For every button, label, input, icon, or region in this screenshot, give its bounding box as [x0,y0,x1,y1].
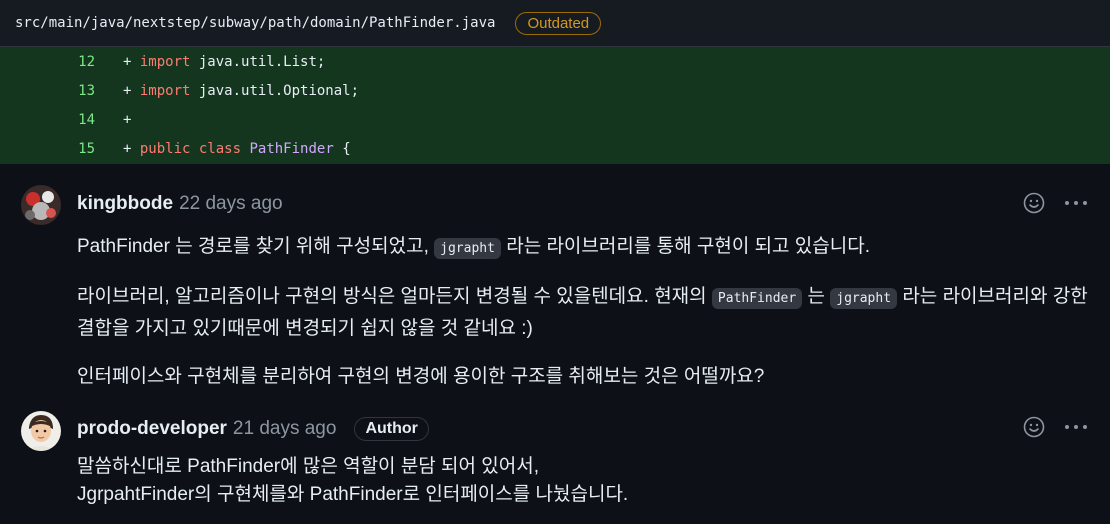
file-header: src/main/java/nextstep/subway/path/domai… [0,0,1110,47]
line-number[interactable]: 13 [0,83,123,99]
class-name: PathFinder [249,140,334,157]
diff-prefix: + [123,111,132,128]
text: 는 [802,286,831,307]
diff-prefix: + [123,82,140,99]
timestamp[interactable]: 21 days ago [233,418,337,440]
keyword: class [198,140,242,157]
comment-paragraph: 인터페이스와 구현체를 분리하여 구현의 변경에 용이한 구조를 취해보는 것은… [77,366,765,387]
outdated-badge: Outdated [515,11,602,35]
avatar[interactable] [21,185,61,225]
inline-code: jgrapht [830,288,898,309]
comment-meta: kingbbode 22 days ago [77,193,283,215]
diff-prefix: + [123,140,140,157]
diff-prefix: + [123,53,140,70]
comment-paragraph: 라이브러리, 알고리즘이나 구현의 방식은 얼마든지 변경될 수 있을텐데요. … [77,282,1088,344]
author-name[interactable]: kingbbode [77,193,173,215]
timestamp[interactable]: 22 days ago [179,193,283,215]
keyword: public [139,140,191,157]
comment-line: JgrpahtFinder의 구현체를와 PathFinder로 인터페이스를 … [77,484,629,505]
diff-block: 12 + import java.util.List; 13 + import … [0,47,1110,164]
code-line: + [123,112,131,128]
comment-paragraph: PathFinder 는 경로를 찾기 위해 구성되었고, jgrapht 라는… [77,232,1088,264]
code-line: + import java.util.List; [123,54,325,70]
review-comment: prodo-developer 21 days ago Author 말씀하신대… [0,403,1110,523]
avatar[interactable] [21,411,61,451]
line-number[interactable]: 14 [0,112,123,128]
line-number[interactable]: 15 [0,141,123,157]
diff-line: 14 + [0,105,1110,134]
inline-code: jgrapht [434,238,501,259]
diff-line: 12 + import java.util.List; [0,47,1110,76]
author-name[interactable]: prodo-developer [77,418,227,440]
smiley-icon[interactable] [1022,415,1046,439]
keyword: import [139,82,191,99]
file-path[interactable]: src/main/java/nextstep/subway/path/domai… [15,15,495,31]
line-number[interactable]: 12 [0,54,123,70]
code-line: + public class PathFinder { [123,141,351,157]
code-text: java.util.Optional; [190,82,360,99]
text: 라이브러리, 알고리즘이나 구현의 방식은 얼마든지 변경될 수 있을텐데요. … [77,286,712,307]
comment-body: PathFinder 는 경로를 찾기 위해 구성되었고, jgrapht 라는… [77,232,1088,410]
comment-line: 말씀하신대로 PathFinder에 많은 역할이 분담 되어 있어서, [77,456,540,477]
diff-line: 15 + public class PathFinder { [0,134,1110,163]
comment-actions [1022,415,1088,439]
kebab-menu-icon[interactable] [1064,415,1088,439]
smiley-icon[interactable] [1022,191,1046,215]
text: PathFinder 는 경로를 찾기 위해 구성되었고, [77,236,435,257]
comment-actions [1022,191,1088,215]
review-comment: kingbbode 22 days ago PathFinder 는 경로를 찾… [0,164,1110,403]
code-text: java.util.List; [190,53,326,70]
code-text: { [333,140,351,157]
diff-line: 13 + import java.util.Optional; [0,76,1110,105]
kebab-menu-icon[interactable] [1064,191,1088,215]
author-badge: Author [354,417,429,441]
comment-body: 말씀하신대로 PathFinder에 많은 역할이 분담 되어 있어서, Jgr… [77,453,1088,509]
keyword: import [139,53,191,70]
code-line: + import java.util.Optional; [123,83,359,99]
inline-code: PathFinder [711,288,803,309]
comment-meta: prodo-developer 21 days ago Author [77,417,429,441]
text: 라는 라이브러리를 통해 구현이 되고 있습니다. [500,236,871,257]
